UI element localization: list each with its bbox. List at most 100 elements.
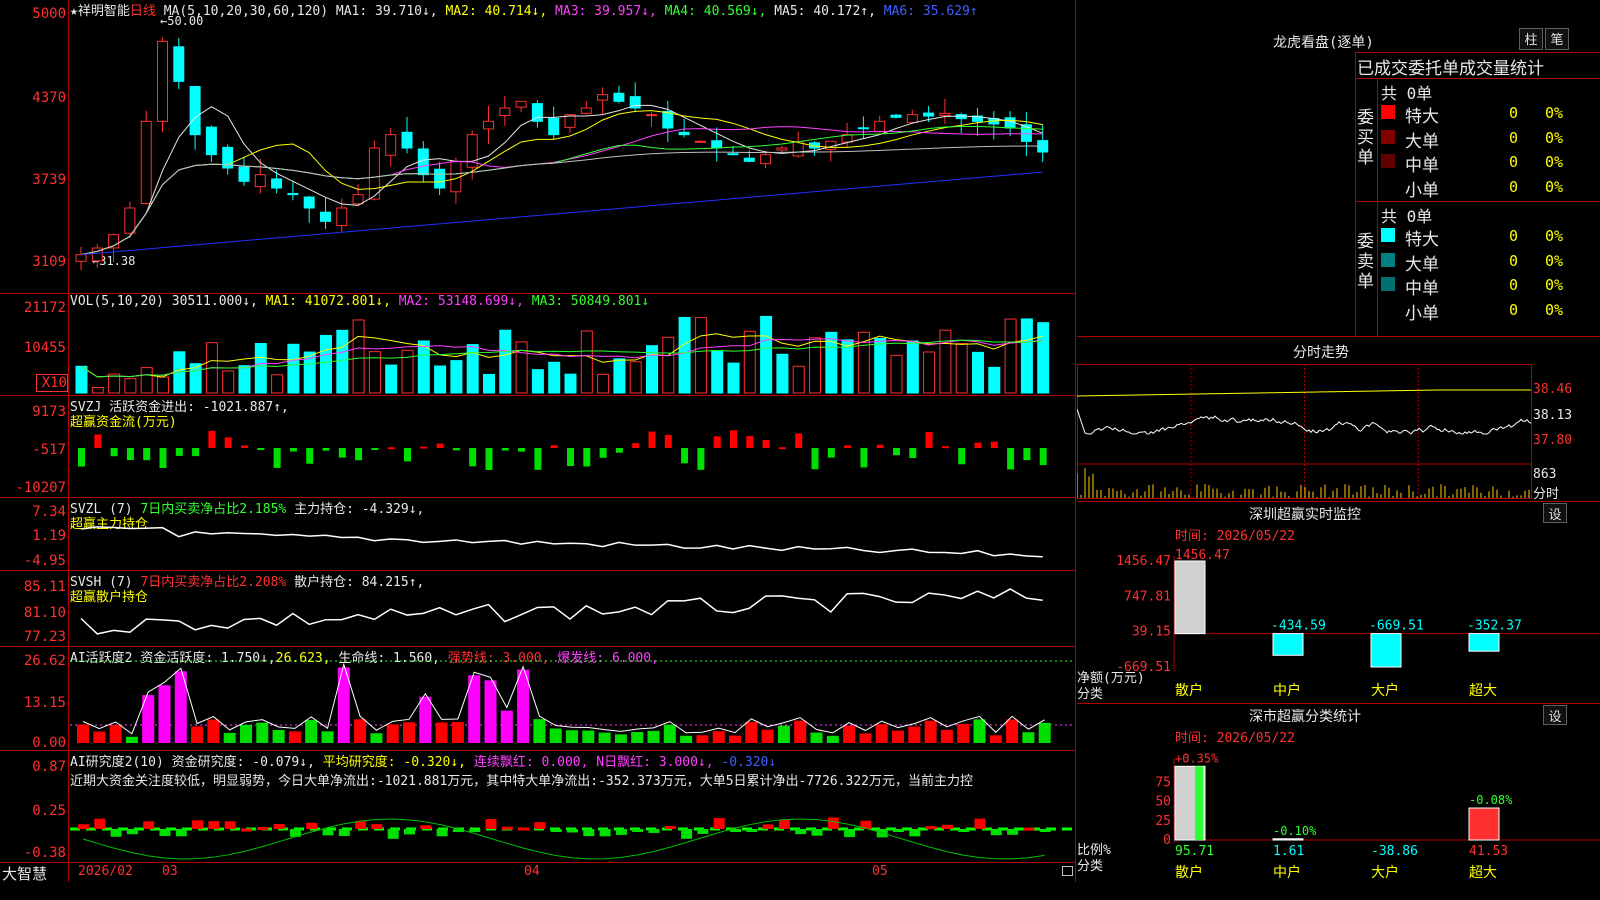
sz-monitor-panel[interactable]: 深圳超赢实时监控 设 时间: 2026/05/22 1456.47 747.81 3… xyxy=(1077,501,1600,702)
research-bar xyxy=(387,829,399,839)
activity-bar xyxy=(93,731,106,743)
activity-bar xyxy=(223,732,236,743)
ai-active-chart[interactable] xyxy=(70,647,1074,750)
research-bar xyxy=(518,827,530,831)
svsh-panel[interactable]: 85.11 81.10 77.23 SVSH (7) 7日内买卖净占比2.208… xyxy=(0,571,1076,646)
research-bar xyxy=(78,824,89,829)
activity-bar xyxy=(892,730,904,743)
buy-row-swatch xyxy=(1381,154,1395,168)
flow-bar xyxy=(338,448,346,458)
candle-body xyxy=(434,168,446,189)
ai-active-panel[interactable]: 26.62 13.15 0.00 AI活跃度2 资金活跃度: 1.750↓,26… xyxy=(0,647,1076,751)
intraday-y-tick: 38.13 xyxy=(1533,408,1573,423)
activity-bar xyxy=(566,730,578,743)
research-bar xyxy=(746,829,758,832)
volume-bar xyxy=(238,365,251,394)
research-bar xyxy=(192,820,204,829)
holding-line xyxy=(80,526,1043,558)
volume-panel[interactable]: 21172 10455 X10 VOL(5,10,20) 30511.000↓,… xyxy=(0,294,1076,395)
sell-row-pct: 0% xyxy=(1545,276,1564,294)
svzl-panel[interactable]: 7.34 1.19 -4.95 SVZL (7) 7日内买卖净占比2.185% … xyxy=(0,498,1076,570)
flow-bar xyxy=(648,431,656,448)
candle-body xyxy=(597,94,609,101)
volume-bar xyxy=(580,330,593,394)
sell-row-name: 中单 xyxy=(1405,279,1439,299)
sz-monitor-chart[interactable]: 1456.47 747.81 39.15 -669.51 1456.47 散户 -434.5… xyxy=(1077,501,1600,701)
sell-row-swatch xyxy=(1381,301,1395,316)
ma-line xyxy=(80,171,1043,256)
ma-line xyxy=(80,104,1043,256)
flow-bar xyxy=(306,448,314,464)
activity-bar xyxy=(859,733,872,743)
candle-body xyxy=(124,207,136,234)
flow-bar xyxy=(534,448,542,470)
tick-mode-button[interactable]: 笔 xyxy=(1545,28,1569,50)
research-bar xyxy=(404,829,415,835)
kline-panel[interactable]: 5000 4370 3739 3109 ★祥明智能日线 MA(5,10,20,3… xyxy=(0,0,1076,293)
research-bar xyxy=(615,829,627,835)
volume-bar xyxy=(841,339,854,394)
research-bar xyxy=(583,829,595,837)
intraday-chart[interactable] xyxy=(1077,364,1532,499)
candle-body xyxy=(923,112,935,117)
sz-class-chart[interactable]: 75 50 25 0 +0.35% 95.71 散户 -0.10% 1.61 中户 -38.86 大户… xyxy=(1077,703,1600,882)
ai-research-chart[interactable] xyxy=(70,751,1074,862)
category-label: 大户 xyxy=(1371,864,1399,881)
flow-bar xyxy=(746,436,754,448)
flow-bar xyxy=(778,447,786,450)
volume-bar xyxy=(809,337,821,394)
y-tick: 3109 xyxy=(32,254,66,270)
brand-logo[interactable]: 大智慧 xyxy=(2,863,47,884)
y-tick: 1.19 xyxy=(32,528,66,544)
kline-chart[interactable] xyxy=(70,0,1074,293)
research-bar xyxy=(469,829,481,832)
activity-bar xyxy=(386,724,399,743)
svzj-panel[interactable]: 9173 -517 -10207 SVZJ 活跃资金进出: -1021.887↑… xyxy=(0,396,1076,497)
flow-bar xyxy=(126,448,134,461)
volume-bar xyxy=(124,378,137,394)
research-bar xyxy=(697,829,709,834)
research-bar xyxy=(273,824,285,829)
research-bar xyxy=(893,829,904,832)
research-bar xyxy=(1039,829,1051,832)
buy-row-swatch xyxy=(1381,105,1395,119)
volume-bar xyxy=(955,343,968,394)
lock-icon[interactable] xyxy=(1062,866,1073,876)
candle-body xyxy=(157,40,168,122)
flow-bar xyxy=(762,439,770,448)
volume-chart[interactable] xyxy=(70,294,1074,395)
ai-research-panel[interactable]: 0.87 0.25 -0.38 AI研究度2(10) 资金研究度: -0.079… xyxy=(0,751,1076,862)
activity-bar xyxy=(549,728,562,743)
svsh-chart[interactable] xyxy=(70,571,1074,646)
research-bar xyxy=(567,829,578,833)
right-sidebar: 龙虎看盘(逐单) 柱 笔 已成交委托单成交量统计 委买单 共 0单 特大 0 0% 大… xyxy=(1077,0,1600,882)
candle-body xyxy=(1004,117,1016,129)
flow-bar xyxy=(289,448,297,452)
candle-body xyxy=(1020,124,1032,142)
main-chart-area[interactable]: 5000 4370 3739 3109 ★祥明智能日线 MA(5,10,20,3… xyxy=(0,0,1076,884)
candle-body xyxy=(238,166,250,182)
svzj-chart[interactable] xyxy=(70,396,1074,497)
intraday-panel[interactable]: 分时走势 38.46 38.13 37.80 863 分时 xyxy=(1077,338,1600,502)
bar-mode-button[interactable]: 柱 xyxy=(1519,28,1543,50)
activity-bar xyxy=(419,696,432,743)
flow-bar xyxy=(697,448,705,470)
svzl-chart[interactable] xyxy=(70,498,1074,570)
intraday-title: 分时走势 xyxy=(1293,345,1349,361)
intraday-y-tick: 37.80 xyxy=(1533,433,1573,448)
activity-bar xyxy=(989,735,1002,743)
research-bar xyxy=(664,825,676,829)
y-tick-unit[interactable]: X10 xyxy=(36,374,68,392)
volume-bar xyxy=(1037,322,1050,394)
ma-line xyxy=(80,125,1043,256)
flow-bar xyxy=(241,445,248,448)
flow-bar xyxy=(387,447,395,450)
buy-total: 共 0单 xyxy=(1381,84,1433,103)
date-label: 05 xyxy=(872,864,888,879)
volume-bar xyxy=(91,387,104,394)
sz-class-panel[interactable]: 深市超赢分类统计 设 时间: 2026/05/22 75 50 25 0 +0.35% 9… xyxy=(1077,703,1600,882)
research-bar xyxy=(257,827,269,831)
flow-bar xyxy=(485,448,493,470)
activity-bar xyxy=(191,726,204,743)
volume-bar xyxy=(434,365,447,394)
